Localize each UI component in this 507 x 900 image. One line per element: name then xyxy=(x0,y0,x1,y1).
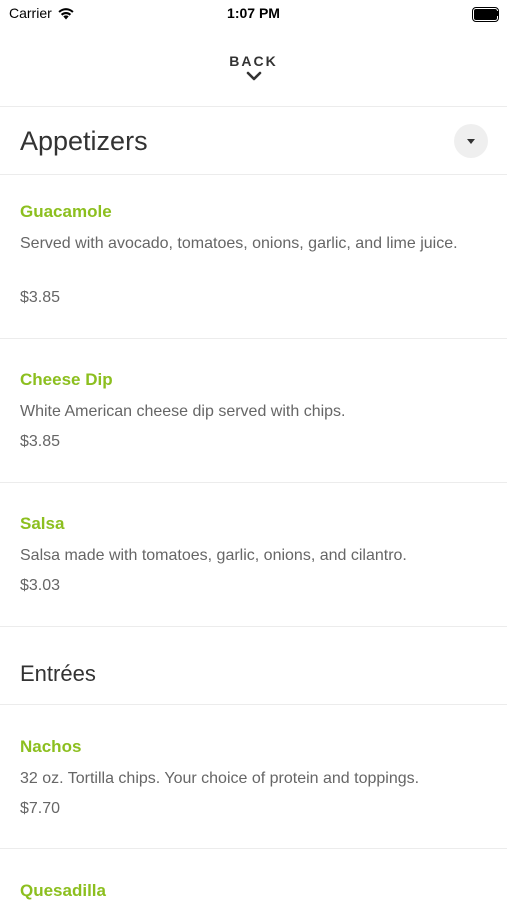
status-bar: Carrier 1:07 PM xyxy=(0,0,507,28)
menu-item-guacamole[interactable]: Guacamole Served with avocado, tomatoes,… xyxy=(0,175,507,338)
item-name: Guacamole xyxy=(20,202,112,221)
item-description: Served with avocado, tomatoes, onions, g… xyxy=(20,235,458,252)
item-price: $3.03 xyxy=(20,577,61,594)
item-price: $3.85 xyxy=(20,433,61,450)
menu-item-nachos[interactable]: Nachos 32 oz. Tortilla chips. Your choic… xyxy=(0,705,507,848)
back-button[interactable]: BACK xyxy=(0,44,507,106)
battery-full-icon xyxy=(472,7,499,22)
item-name: Salsa xyxy=(20,514,65,533)
item-price: $7.70 xyxy=(20,800,61,817)
item-description: Salsa made with tomatoes, garlic, onions… xyxy=(20,547,407,564)
status-time: 1:07 PM xyxy=(227,5,280,21)
menu-screen: Carrier 1:07 PM BACK Appetizers Guacamol… xyxy=(0,0,507,900)
menu-item-quesadilla[interactable]: Quesadilla xyxy=(0,849,507,900)
chevron-down-icon xyxy=(246,71,261,81)
item-name: Nachos xyxy=(20,737,82,756)
item-description: 32 oz. Tortilla chips. Your choice of pr… xyxy=(20,770,420,787)
menu-item-cheese-dip[interactable]: Cheese Dip White American cheese dip ser… xyxy=(0,339,507,482)
caret-down-icon xyxy=(467,138,475,144)
item-price: $3.85 xyxy=(20,289,61,306)
menu-item-salsa[interactable]: Salsa Salsa made with tomatoes, garlic, … xyxy=(0,483,507,626)
item-name: Cheese Dip xyxy=(20,370,113,389)
back-label: BACK xyxy=(229,53,278,69)
section-toggle-button[interactable] xyxy=(454,124,488,158)
section-title: Entrées xyxy=(20,661,96,686)
item-description: White American cheese dip served with ch… xyxy=(20,403,346,420)
item-name: Quesadilla xyxy=(20,881,106,900)
section-header-appetizers[interactable]: Appetizers xyxy=(0,107,507,174)
section-header-entrees[interactable]: Entrées xyxy=(0,627,507,704)
section-title: Appetizers xyxy=(20,126,148,156)
